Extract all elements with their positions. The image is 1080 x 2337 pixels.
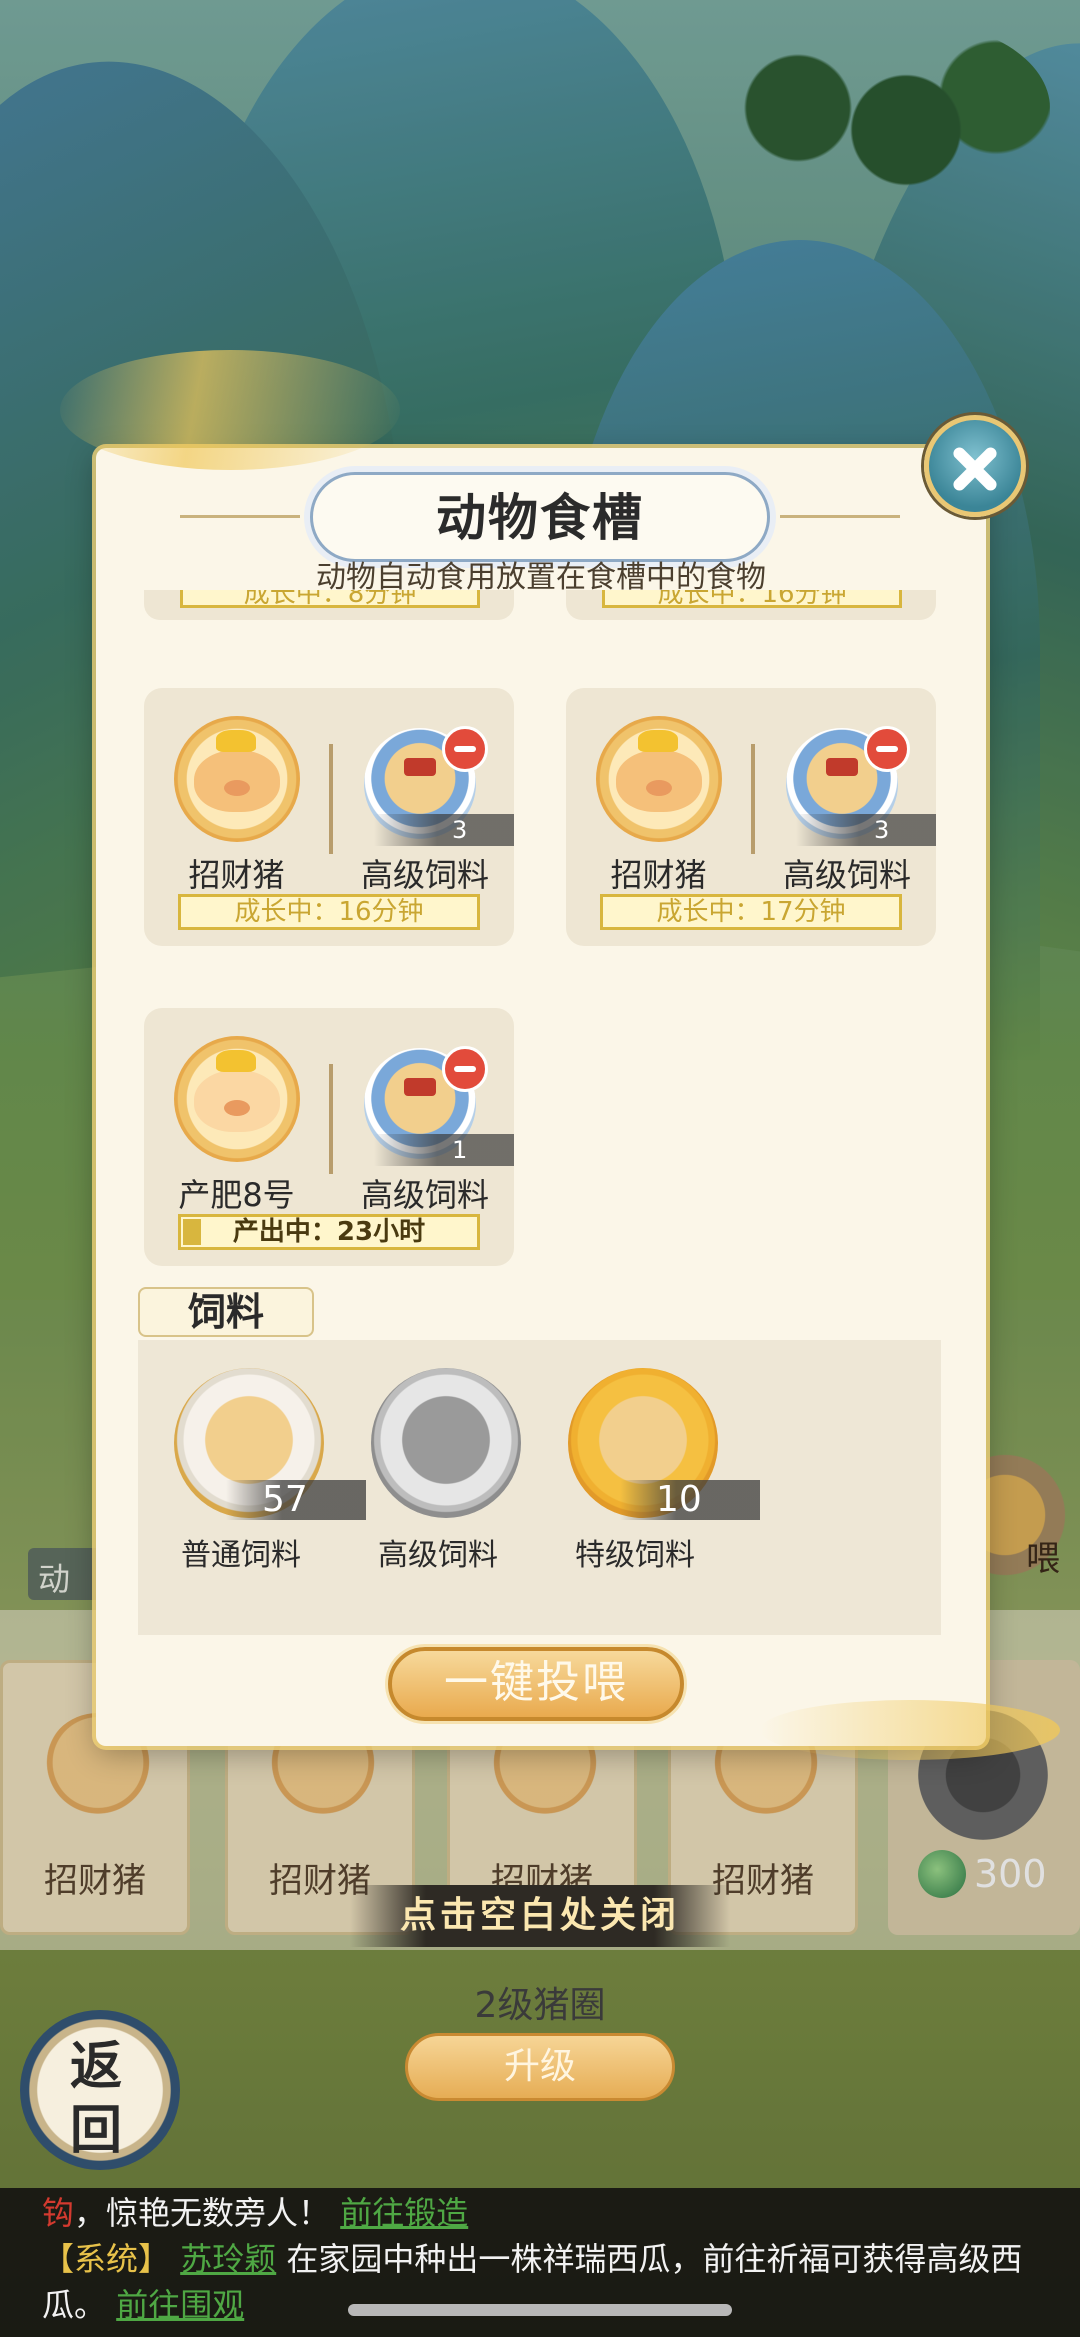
- feed-qty: 57: [226, 1480, 366, 1520]
- feed-all-button[interactable]: 一键投喂: [388, 1647, 684, 1721]
- back-label-bottom: 回: [70, 2100, 123, 2161]
- home-indicator[interactable]: [348, 2304, 732, 2316]
- gold-cloud-ornament: [60, 350, 400, 470]
- chat-line: 钩，惊艳无数旁人！ 前往锻造: [42, 2190, 1044, 2236]
- divider: [329, 744, 333, 854]
- title-ornament-right: [780, 515, 900, 518]
- feed-item-label: 特级饲料: [575, 1538, 695, 1573]
- gold-cloud-ornament: [760, 1700, 1060, 1760]
- trough-card[interactable]: 3 招财猪 高级饲料 成长中：17分钟: [566, 688, 936, 946]
- feed-item-label: 高级饲料: [378, 1538, 498, 1573]
- feed-item-normal[interactable]: 57 普通饲料: [156, 1368, 366, 1578]
- feed-qty: 10: [620, 1480, 760, 1520]
- status-text: 产出中：23小时: [232, 1217, 426, 1247]
- close-hint: 点击空白处关闭: [350, 1885, 730, 1947]
- status-bar: 成长中：8分钟: [180, 590, 480, 608]
- feed-name: 高级饲料: [782, 856, 911, 894]
- status-bar: 成长中：17分钟: [600, 894, 902, 930]
- advanced-feed-icon: [371, 1368, 521, 1518]
- divider: [329, 1064, 333, 1174]
- upgrade-button[interactable]: 升级: [405, 2033, 675, 2101]
- feed-item-special[interactable]: 10 特级饲料: [550, 1368, 760, 1578]
- animal-name: 招财猪: [610, 856, 707, 894]
- feed-item-label: 普通饲料: [181, 1538, 301, 1573]
- chat-text: 在家园中种出一株祥瑞西瓜，前往祈福可获得高级西: [286, 2240, 1023, 2278]
- chat-link-view[interactable]: 前往围观: [116, 2286, 244, 2324]
- status-bar: 成长中：16分钟: [178, 894, 480, 930]
- back-button[interactable]: 返 回: [20, 2010, 180, 2170]
- feed-inventory: 57 普通饲料 高级饲料 10 特级饲料: [138, 1340, 941, 1635]
- trough-card[interactable]: 成长中：8分钟: [144, 590, 514, 620]
- chat-text: ，惊艳无数旁人！: [74, 2194, 331, 2232]
- lucky-pig-icon: [174, 716, 300, 842]
- chat-player-name[interactable]: 苏玲颖: [180, 2240, 276, 2278]
- feed-section-label: 饲料: [138, 1287, 314, 1337]
- feed-name: 高级饲料: [360, 856, 489, 894]
- pen-title: 2级猪圈: [474, 1985, 606, 2026]
- trough-card[interactable]: 成长中：16分钟: [566, 590, 936, 620]
- remove-feed-icon[interactable]: [864, 726, 910, 772]
- chat-item-name[interactable]: 钩: [42, 2194, 74, 2232]
- status-bar: 产出中：23小时: [178, 1214, 480, 1250]
- feed-item-advanced[interactable]: 高级饲料: [353, 1368, 523, 1578]
- trough-card[interactable]: 1 产肥8号 高级饲料 产出中：23小时: [144, 1008, 514, 1266]
- chat-link-forge[interactable]: 前往锻造: [340, 2194, 468, 2232]
- animal-name: 招财猪: [188, 856, 285, 894]
- chat-text: 瓜。: [42, 2286, 107, 2324]
- divider: [751, 744, 755, 854]
- feed-count: 1: [374, 1134, 514, 1166]
- trough-list[interactable]: 成长中：8分钟 成长中：16分钟 3 招财猪 高级饲料 成长中：16分钟 3 招…: [96, 590, 986, 1280]
- lucky-pig-icon: [596, 716, 722, 842]
- chat-system-tag: 【系统】: [42, 2240, 171, 2278]
- fertilizer-pig-icon: [174, 1036, 300, 1162]
- title-ornament-left: [180, 515, 300, 518]
- close-icon[interactable]: [924, 415, 1026, 517]
- chat-line: 【系统】 苏玲颖 在家园中种出一株祥瑞西瓜，前往祈福可获得高级西: [42, 2236, 1044, 2282]
- trough-card[interactable]: 3 招财猪 高级饲料 成长中：16分钟: [144, 688, 514, 946]
- feed-name: 高级饲料: [360, 1176, 489, 1214]
- feed-count: 3: [796, 814, 936, 846]
- remove-feed-icon[interactable]: [442, 726, 488, 772]
- status-fill: [183, 1219, 201, 1245]
- status-bar: 成长中：16分钟: [602, 590, 902, 608]
- remove-feed-icon[interactable]: [442, 1046, 488, 1092]
- feed-count: 3: [374, 814, 514, 846]
- dialog-title: 动物食槽: [436, 489, 644, 547]
- animal-name: 产肥8号: [178, 1176, 295, 1214]
